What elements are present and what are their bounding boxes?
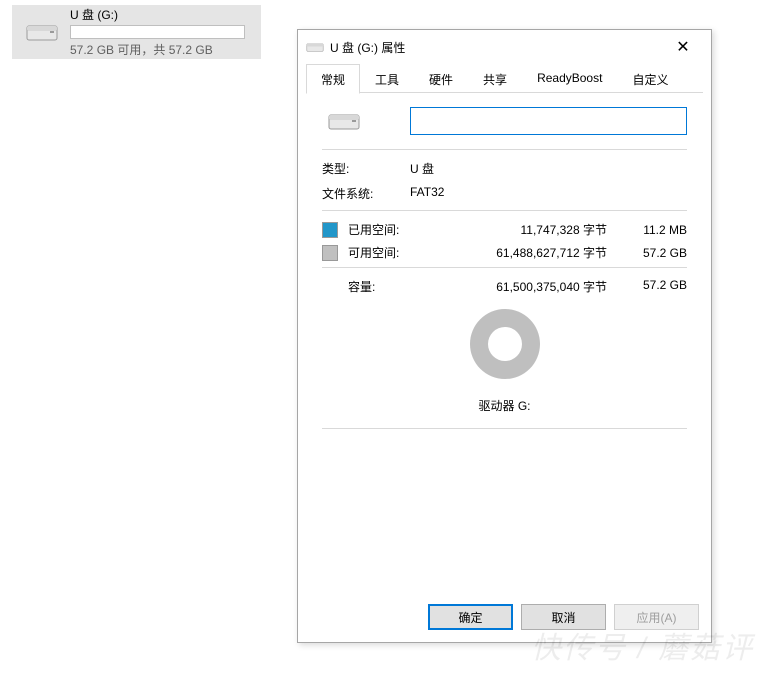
free-space-bytes: 61,488,627,712 字节 [410,244,627,261]
drive-letter-label: 驱动器 G: [478,397,530,414]
filesystem-value: FAT32 [410,185,444,202]
used-space-row: 已用空间: 11,747,328 字节 11.2 MB [322,221,687,238]
capacity-row: 容量: 61,500,375,040 字节 57.2 GB [322,278,687,295]
usage-text: 57.2 GB 可用，共 57.2 GB [70,41,255,58]
close-icon: ✕ [676,37,689,57]
dialog-title: U 盘 (G:) 属性 [330,39,663,56]
tab-general[interactable]: 常规 [306,64,360,94]
drive-name: U 盘 (G:) [70,6,255,23]
watermark: 快传号 / 蘑菇评 [531,623,754,667]
divider [322,428,687,429]
tab-customize[interactable]: 自定义 [617,64,683,93]
free-space-row: 可用空间: 61,488,627,712 字节 57.2 GB [322,244,687,261]
drive-info: U 盘 (G:) 57.2 GB 可用，共 57.2 GB [66,6,255,58]
tab-sharing[interactable]: 共享 [468,64,522,93]
capacity-hr: 57.2 GB [627,278,687,295]
divider [322,149,687,150]
ok-button[interactable]: 确定 [428,604,513,630]
free-swatch [322,245,338,261]
properties-dialog: U 盘 (G:) 属性 ✕ 常规 工具 硬件 共享 ReadyBoost 自定义 [297,29,712,643]
volume-label-input[interactable] [410,107,687,135]
usage-bar [70,25,245,39]
pie-chart-icon [470,309,540,379]
close-button[interactable]: ✕ [663,32,703,62]
tab-tools[interactable]: 工具 [360,64,414,93]
type-label: 类型: [322,160,410,177]
used-space-hr: 11.2 MB [627,223,687,237]
used-space-label: 已用空间: [348,221,410,238]
divider [322,267,687,268]
used-space-bytes: 11,747,328 字节 [410,221,627,238]
drive-tile[interactable]: U 盘 (G:) 57.2 GB 可用，共 57.2 GB [12,5,261,59]
usb-drive-icon [306,41,324,53]
tabstrip: 常规 工具 硬件 共享 ReadyBoost 自定义 [298,64,711,93]
capacity-label: 容量: [322,278,410,295]
usage-chart: 驱动器 G: [322,309,687,414]
type-value: U 盘 [410,160,434,177]
used-swatch [322,222,338,238]
usb-drive-icon [18,21,66,43]
free-space-label: 可用空间: [348,244,410,261]
tab-hardware[interactable]: 硬件 [414,64,468,93]
filesystem-label: 文件系统: [322,185,410,202]
usb-drive-icon [322,110,410,132]
tab-body-general: 类型: U 盘 文件系统: FAT32 已用空间: 11,747,328 字节 … [306,93,703,594]
capacity-bytes: 61,500,375,040 字节 [410,278,627,295]
divider [322,210,687,211]
free-space-hr: 57.2 GB [627,246,687,260]
tab-readyboost[interactable]: ReadyBoost [522,64,617,93]
titlebar[interactable]: U 盘 (G:) 属性 ✕ [298,30,711,64]
